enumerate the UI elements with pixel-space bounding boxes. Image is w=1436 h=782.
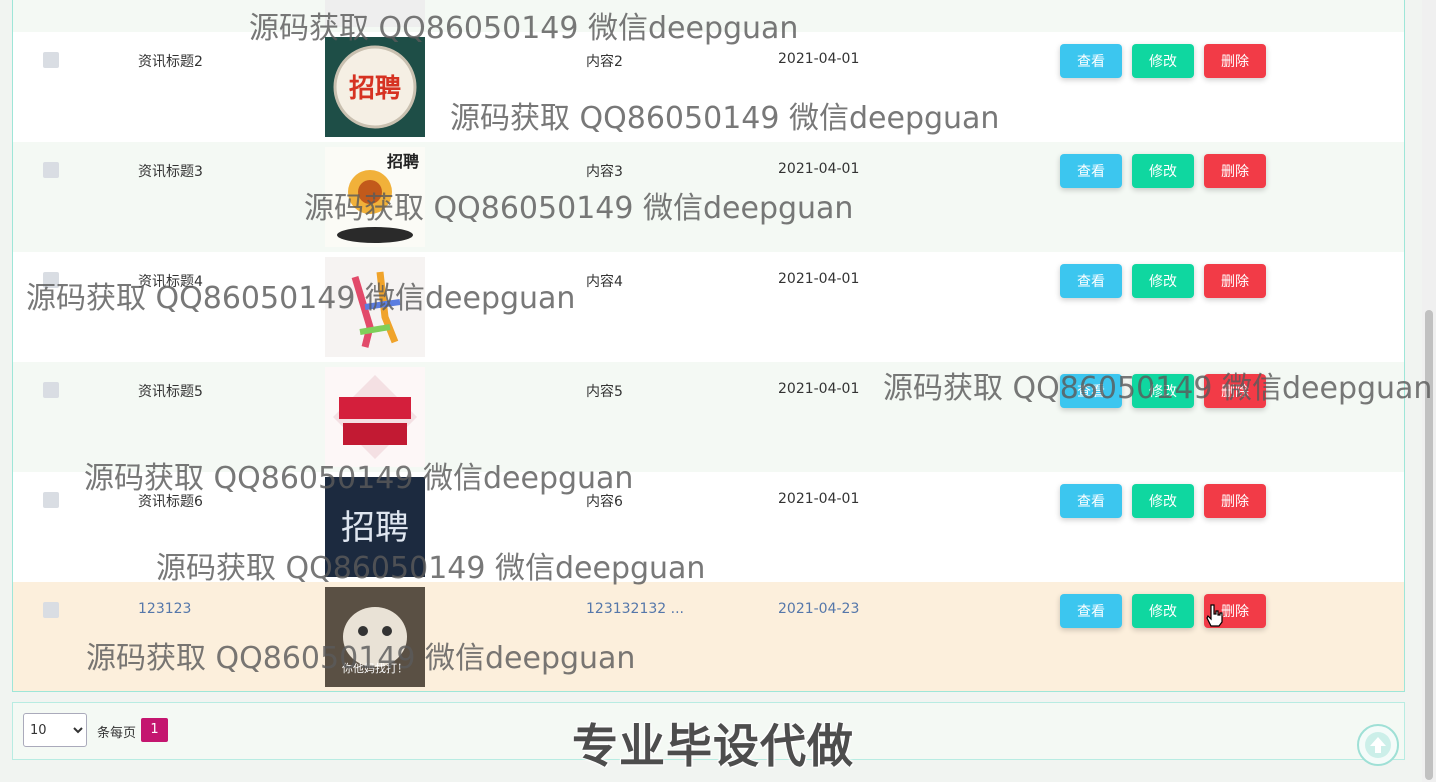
table-row: 资讯标题6 招聘 内容6 2021-04-01 查看 修改 删除 [13,472,1404,582]
thumbnail-text: 招聘 [341,508,409,548]
table-row: 资讯标题5 内容5 2021-04-01 查看 修改 删除 [13,362,1404,472]
per-page-label: 条每页 [97,726,137,741]
vertical-scrollbar[interactable] [1422,0,1436,782]
content-cell: 内容4 [586,274,623,290]
page-size-select[interactable]: 10 [23,713,87,747]
row-checkbox[interactable] [43,382,59,398]
date-cell: 2021-04-01 [778,51,860,67]
view-button[interactable]: 查看 [1060,154,1122,188]
date-cell: 2021-04-01 [778,381,860,397]
page-number-button[interactable]: 1 [141,718,168,742]
back-to-top-icon [1365,732,1391,758]
table-row: 资讯标题4 内容4 2021-04-01 查看 修改 删除 [13,252,1404,362]
view-button[interactable]: 查看 [1060,264,1122,298]
delete-button[interactable]: 删除 [1204,484,1266,518]
content-cell: 内容2 [586,54,623,70]
date-cell: 2021-04-01 [778,491,860,507]
thumbnail-image: 你他妈找打！ [325,587,425,687]
title-cell: 资讯标题2 [138,54,203,70]
thumbnail-image [325,367,425,467]
thumbnail-image: 招聘 [325,147,425,247]
delete-button[interactable]: 删除 [1204,154,1266,188]
table-row [13,0,1404,32]
title-cell: 123123 [138,601,192,617]
row-checkbox[interactable] [43,602,59,618]
thumbnail-image: 招聘 [325,37,425,137]
view-button[interactable]: 查看 [1060,374,1122,408]
content-cell: 123132132 ... [586,601,684,617]
date-cell: 2021-04-01 [778,271,860,287]
view-button[interactable]: 查看 [1060,44,1122,78]
edit-button[interactable]: 修改 [1132,594,1194,628]
thumbnail-text: 招聘 [349,74,401,104]
title-cell: 资讯标题4 [138,274,203,290]
edit-button[interactable]: 修改 [1132,374,1194,408]
table-row: 资讯标题2 招聘 内容2 2021-04-01 查看 修改 删除 [13,32,1404,142]
content-cell: 内容5 [586,384,623,400]
table-row: 123123 你他妈找打！ 123132132 ... 2021-04-23 查… [13,582,1404,691]
thumbnail-caption: 你他妈找打！ [342,661,408,675]
promo-banner-text: 专业毕设代做 [572,719,854,773]
title-cell: 资讯标题6 [138,494,203,510]
delete-button[interactable]: 删除 [1204,374,1266,408]
view-button[interactable]: 查看 [1060,594,1122,628]
data-table: 资讯标题2 招聘 内容2 2021-04-01 查看 修改 删除 资讯标题3 招… [12,0,1405,692]
row-checkbox[interactable] [43,272,59,288]
date-cell: 2021-04-01 [778,161,860,177]
delete-button[interactable]: 删除 [1204,264,1266,298]
edit-button[interactable]: 修改 [1132,264,1194,298]
edit-button[interactable]: 修改 [1132,484,1194,518]
edit-button[interactable]: 修改 [1132,154,1194,188]
edit-button[interactable]: 修改 [1132,44,1194,78]
view-button[interactable]: 查看 [1060,484,1122,518]
title-cell: 资讯标题5 [138,384,203,400]
row-checkbox[interactable] [43,52,59,68]
date-cell: 2021-04-23 [778,601,860,617]
thumbnail-image [325,0,425,27]
title-cell: 资讯标题3 [138,164,203,180]
back-to-top-button[interactable] [1357,724,1399,766]
thumbnail-image [325,257,425,357]
table-row: 资讯标题3 招聘 内容3 2021-04-01 查看 修改 删除 [13,142,1404,252]
row-checkbox[interactable] [43,492,59,508]
thumbnail-image: 招聘 [325,477,425,577]
row-checkbox[interactable] [43,162,59,178]
thumbnail-text: 招聘 [387,152,419,171]
content-cell: 内容3 [586,164,623,180]
hand-cursor-icon [1206,604,1223,627]
delete-button[interactable]: 删除 [1204,44,1266,78]
scrollbar-thumb[interactable] [1425,310,1433,780]
content-cell: 内容6 [586,494,623,510]
